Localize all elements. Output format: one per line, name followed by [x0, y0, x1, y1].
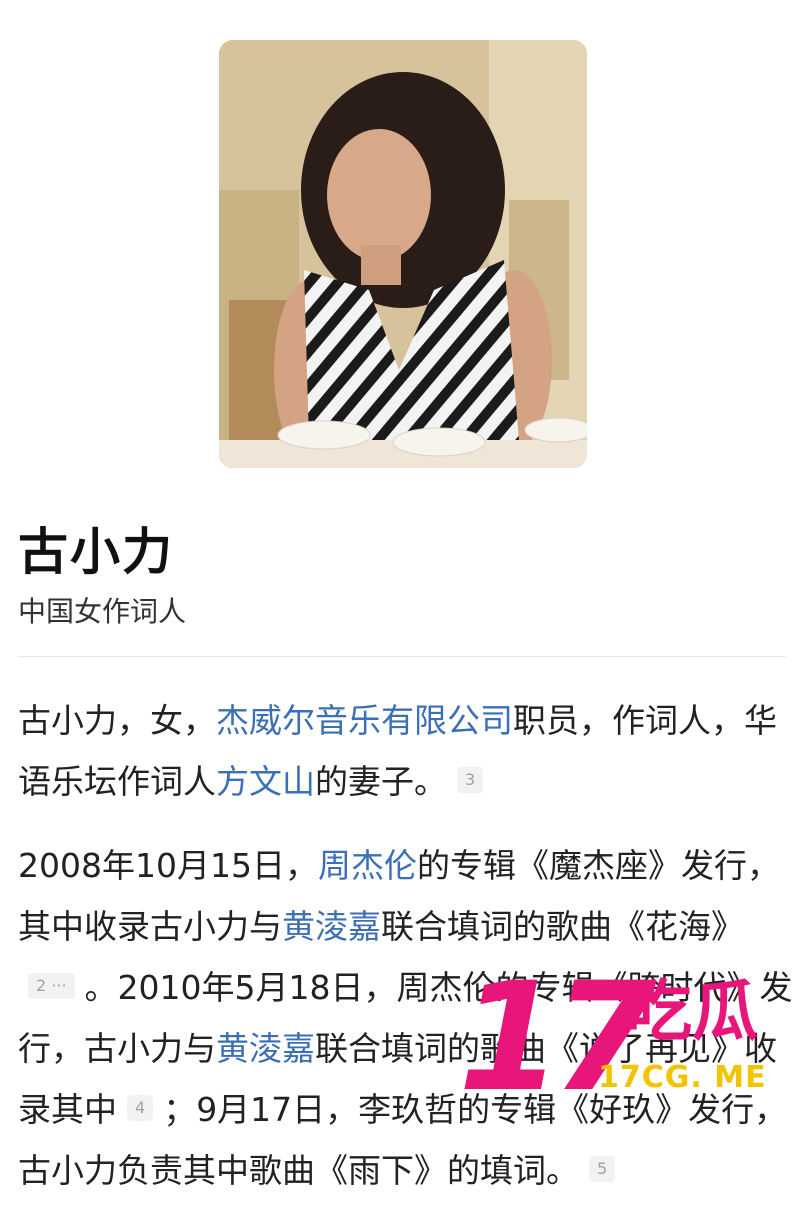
link-company[interactable]: 杰威尔音乐有限公司	[216, 701, 513, 740]
reference-badge[interactable]: 4	[127, 1095, 154, 1121]
text-segment: 古小力，女，	[18, 701, 216, 740]
page-title: 古小力	[18, 523, 174, 581]
career-paragraph: 2008年10月15日，周杰伦的专辑《魔杰座》发行，其中收录古小力与黄淩嘉联合填…	[18, 835, 793, 1201]
link-husband[interactable]: 方文山	[216, 762, 315, 801]
intro-paragraph: 古小力，女，杰威尔音乐有限公司职员，作词人，华语乐坛作词人方文山的妻子。 3	[18, 690, 793, 812]
page-subtitle: 中国女作词人	[18, 595, 187, 628]
reference-badge[interactable]: 5	[589, 1156, 616, 1182]
text-segment: 的妻子。	[315, 762, 447, 801]
text-segment: 联合填词的歌曲《花海》	[381, 907, 744, 946]
reference-badge[interactable]: 2 ···	[28, 973, 75, 999]
reference-badge[interactable]: 3	[457, 767, 484, 793]
divider	[18, 656, 786, 657]
link-huang[interactable]: 黄淩嘉	[216, 1029, 315, 1068]
profile-photo[interactable]	[219, 40, 587, 468]
text-segment: 2008年10月15日，	[18, 846, 318, 885]
link-huang[interactable]: 黄淩嘉	[282, 907, 381, 946]
link-jay-chou[interactable]: 周杰伦	[318, 846, 417, 885]
